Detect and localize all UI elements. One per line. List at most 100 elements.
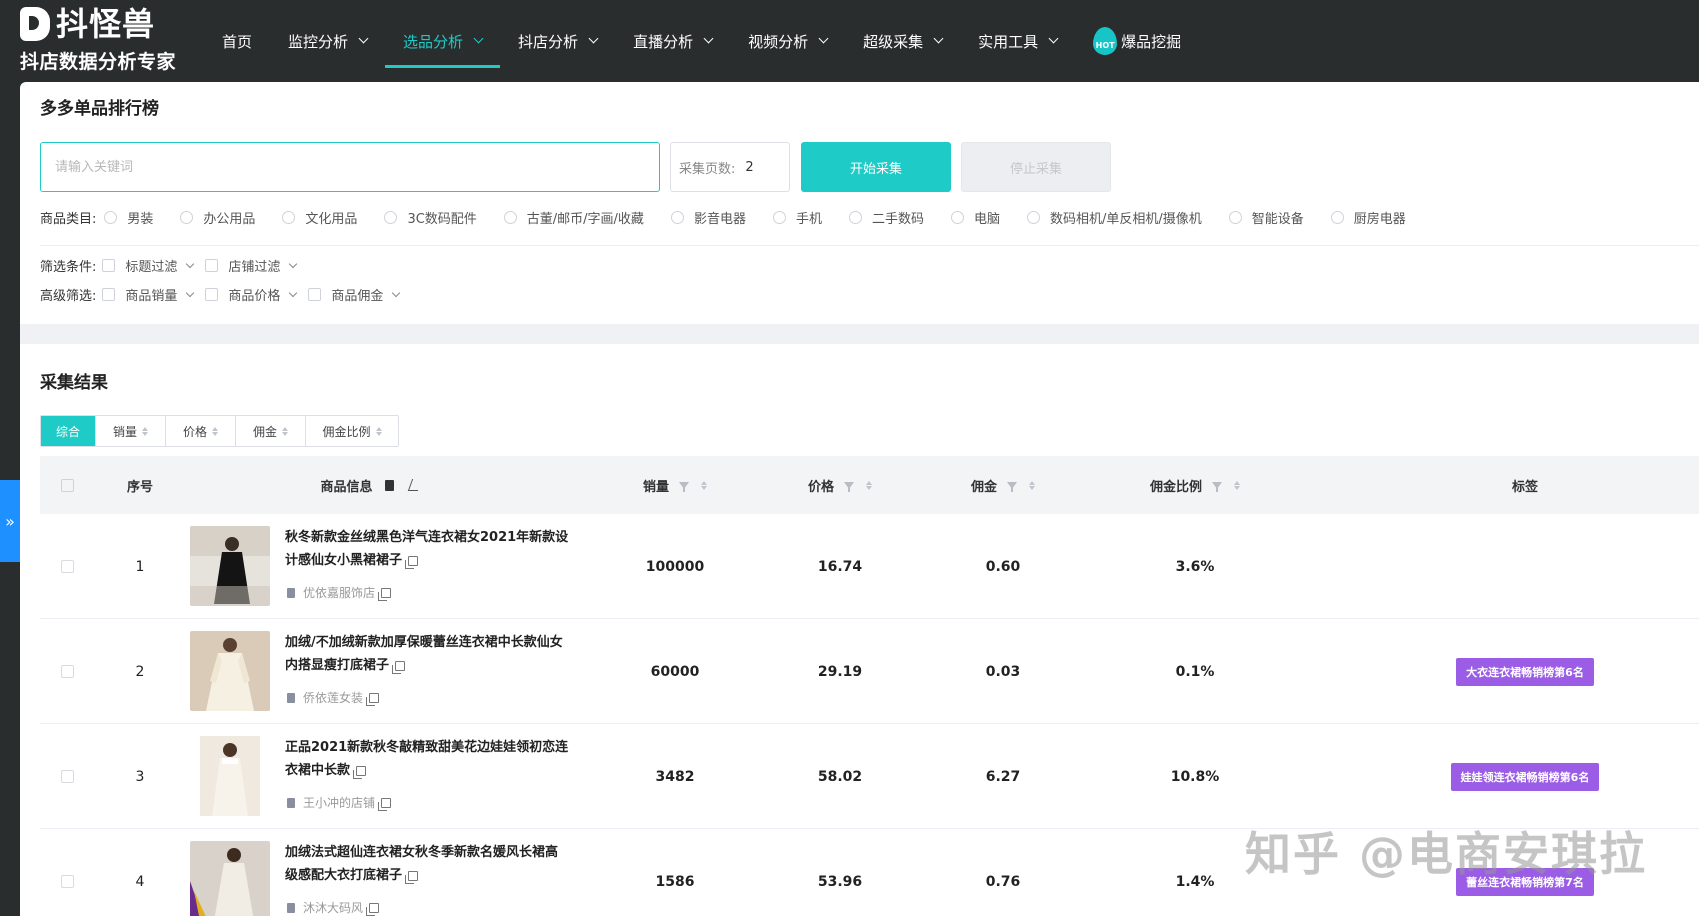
row-checkbox[interactable]: [50, 724, 85, 829]
product-thumbnail[interactable]: [190, 631, 270, 711]
product-title[interactable]: 加绒法式超仙连衣裙女秋冬季新款名媛风长裙高级感配大衣打底裙子: [285, 841, 570, 887]
sort-arrows-icon[interactable]: [866, 480, 872, 490]
copy-icon[interactable]: [366, 692, 380, 706]
category-option[interactable]: 智能设备: [1228, 208, 1304, 227]
filter-icon[interactable]: [844, 481, 854, 492]
category-option-label: 古董/邮币/字画/收藏: [526, 212, 644, 227]
column-index: 序号: [100, 456, 180, 514]
checkbox-icon: [61, 560, 74, 573]
row-commission: 6.27: [985, 768, 1021, 785]
table-row[interactable]: 3 正品2021新款秋冬敲精致甜美花边娃娃领初恋连衣裙中长款 王小冲的店铺 34…: [40, 724, 1699, 829]
nav-item-video-analysis[interactable]: 视频分析: [748, 0, 829, 82]
row-sales: 60000: [650, 663, 700, 680]
keyword-input[interactable]: [40, 142, 660, 192]
filter-conditions: 筛选条件: 标题过滤 店铺过滤: [40, 256, 308, 275]
category-option[interactable]: 文化用品: [282, 208, 357, 227]
column-commission-rate[interactable]: 佣金比例: [1095, 456, 1295, 514]
category-option[interactable]: 古董/邮币/字画/收藏: [503, 208, 644, 227]
nav-item-product-selection[interactable]: 选品分析: [385, 0, 501, 82]
column-sales[interactable]: 销量: [600, 456, 750, 514]
copy-icon[interactable]: [392, 660, 406, 674]
shop-name: 侨依莲女装: [303, 691, 364, 705]
category-option[interactable]: 3C数码配件: [384, 208, 477, 227]
sort-tab-overall[interactable]: 综合: [41, 416, 96, 446]
copy-icon[interactable]: [405, 555, 419, 569]
category-option[interactable]: 电脑: [950, 208, 1000, 227]
radio-icon: [384, 211, 398, 224]
row-checkbox[interactable]: [50, 514, 85, 619]
checkbox-icon: [61, 478, 74, 492]
nav-item-tools[interactable]: 实用工具: [978, 0, 1059, 82]
title-filter-option[interactable]: 标题过滤: [102, 256, 195, 275]
shop-link[interactable]: 优依嘉服饰店: [287, 584, 392, 601]
sort-arrows-icon[interactable]: [1234, 480, 1240, 490]
radio-icon: [104, 211, 118, 224]
shop-icon: [287, 692, 295, 703]
column-label: 标签: [1511, 479, 1538, 495]
category-option[interactable]: 手机: [772, 208, 822, 227]
table-row[interactable]: 2 加绒/不加绒新款加厚保暖蕾丝连衣裙中长款仙女内搭显瘦打底裙子 侨依莲女装 6…: [40, 619, 1699, 724]
edit-icon[interactable]: [407, 479, 422, 491]
product-thumbnail[interactable]: [190, 841, 270, 916]
commission-filter-option[interactable]: 商品佣金: [308, 285, 401, 304]
chevron-down-icon: [1048, 33, 1059, 43]
nav-item-live-analysis[interactable]: 直播分析: [633, 0, 714, 82]
sort-tab-label: 综合: [55, 424, 80, 439]
category-option-label: 电脑: [973, 212, 1000, 227]
brand-logo[interactable]: 抖怪兽 抖店数据分析专家: [20, 4, 180, 78]
shop-filter-option[interactable]: 店铺过滤: [205, 256, 298, 275]
sort-tab-sales[interactable]: 销量: [96, 416, 166, 446]
sales-filter-option[interactable]: 商品销量: [102, 285, 195, 304]
sort-arrows-icon[interactable]: [701, 480, 707, 490]
category-option[interactable]: 二手数码: [848, 208, 924, 227]
copy-icon[interactable]: [366, 902, 380, 916]
copy-icon[interactable]: [405, 870, 419, 884]
shop-link[interactable]: 沐沐大码风: [287, 899, 380, 916]
rank-tag-badge[interactable]: 大衣连衣裙畅销榜第6名: [1456, 657, 1594, 686]
product-title[interactable]: 加绒/不加绒新款加厚保暖蕾丝连衣裙中长款仙女内搭显瘦打底裙子: [285, 631, 570, 677]
shop-link[interactable]: 侨依莲女装: [287, 689, 380, 706]
nav-item-super-collect[interactable]: 超级采集: [863, 0, 944, 82]
sidebar-expand-button[interactable]: »: [0, 480, 20, 562]
table-row[interactable]: 1 秋冬新款金丝绒黑色洋气连衣裙女2021年新款设计感仙女小黑裙裙子 优依嘉服饰…: [40, 514, 1699, 619]
filter-icon[interactable]: [1007, 481, 1017, 492]
category-option[interactable]: 数码相机/单反相机/摄像机: [1027, 208, 1202, 227]
nav-item-label: 实用工具: [978, 32, 1039, 51]
copy-icon[interactable]: [378, 587, 392, 601]
filter-icon[interactable]: [679, 481, 689, 492]
product-title[interactable]: 秋冬新款金丝绒黑色洋气连衣裙女2021年新款设计感仙女小黑裙裙子: [285, 526, 570, 572]
pages-count-field[interactable]: 采集页数: 2: [670, 142, 790, 192]
top-navbar: 抖怪兽 抖店数据分析专家 首页 监控分析 选品分析 抖店分析 直播分析 视频分析…: [0, 0, 1699, 82]
nav-item-home[interactable]: 首页: [222, 0, 252, 82]
rank-tag-badge[interactable]: 娃娃领连衣裙畅销榜第6名: [1450, 762, 1600, 791]
start-collect-button[interactable]: 开始采集: [801, 142, 951, 192]
row-checkbox[interactable]: [50, 829, 85, 916]
shop-link[interactable]: 王小冲的店铺: [287, 794, 392, 811]
column-price[interactable]: 价格: [765, 456, 915, 514]
filter-icon[interactable]: [1212, 481, 1222, 492]
sort-tab-label: 价格: [182, 424, 207, 439]
copy-icon[interactable]: [378, 797, 392, 811]
nav-item-monitor[interactable]: 监控分析: [288, 0, 369, 82]
stop-collect-button[interactable]: 停止采集: [961, 142, 1111, 192]
select-all-checkbox[interactable]: [50, 456, 85, 514]
product-thumbnail[interactable]: [190, 736, 270, 816]
product-thumbnail[interactable]: [190, 526, 270, 606]
price-filter-option[interactable]: 商品价格: [205, 285, 298, 304]
tag-icon[interactable]: [384, 479, 394, 491]
category-option[interactable]: 办公用品: [180, 208, 255, 227]
row-checkbox[interactable]: [50, 619, 85, 724]
sort-arrows-icon[interactable]: [1029, 480, 1035, 490]
copy-icon[interactable]: [353, 765, 367, 779]
category-option[interactable]: 男装: [104, 208, 153, 227]
category-option[interactable]: 影音电器: [670, 208, 746, 227]
sort-tab-commission[interactable]: 佣金: [236, 416, 306, 446]
sort-tab-commission-rate[interactable]: 佣金比例: [306, 416, 398, 446]
nav-item-hot-products[interactable]: HOT 爆品挖掘: [1093, 0, 1181, 82]
sort-arrows-icon: [375, 426, 382, 436]
product-title[interactable]: 正品2021新款秋冬敲精致甜美花边娃娃领初恋连衣裙中长款: [285, 736, 570, 782]
sort-tab-price[interactable]: 价格: [166, 416, 236, 446]
nav-item-store-analysis[interactable]: 抖店分析: [518, 0, 599, 82]
column-commission[interactable]: 佣金: [928, 456, 1078, 514]
category-option[interactable]: 厨房电器: [1330, 208, 1406, 227]
